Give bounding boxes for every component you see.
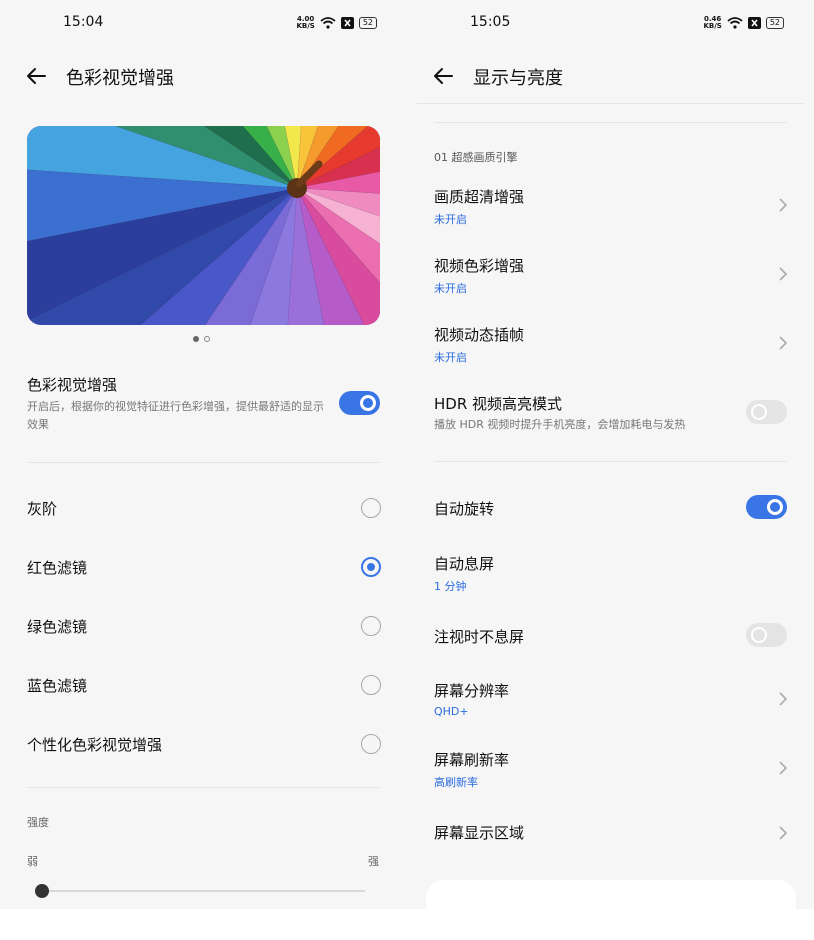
net-speed: 4.00 KB/S bbox=[296, 15, 315, 30]
option-personalized-radio[interactable] bbox=[361, 734, 381, 754]
color-vision-screen: 15:04 4.00 KB/S 52 色彩视觉增强 色彩视觉增强 开启后，根据你… bbox=[0, 0, 407, 909]
net-speed: 0.46 KB/S bbox=[703, 15, 722, 30]
item-title: 屏幕显示区域 bbox=[434, 824, 525, 842]
feature-title: 色彩视觉增强 bbox=[27, 376, 118, 394]
item-title: 自动息屏 bbox=[434, 555, 495, 573]
divider bbox=[27, 787, 380, 788]
item-title: 视频动态插帧 bbox=[434, 326, 525, 344]
section-header: 01 超感画质引擎 bbox=[434, 151, 518, 164]
option-red-filter-radio[interactable] bbox=[361, 557, 381, 577]
intensity-slider-thumb[interactable] bbox=[35, 884, 49, 898]
intensity-slider-track[interactable] bbox=[42, 890, 365, 892]
intensity-min-label: 弱 bbox=[27, 855, 38, 868]
color-vision-toggle[interactable] bbox=[339, 391, 380, 415]
intensity-label: 强度 bbox=[27, 816, 49, 829]
item-status: 未开启 bbox=[434, 282, 467, 295]
item-title: 注视时不息屏 bbox=[434, 628, 525, 646]
item-title: HDR 视频高亮模式 bbox=[434, 395, 563, 413]
option-green-filter-label: 绿色滤镜 bbox=[27, 618, 88, 636]
divider bbox=[434, 461, 787, 462]
back-arrow-icon[interactable] bbox=[431, 64, 455, 88]
option-grayscale-radio[interactable] bbox=[361, 498, 381, 518]
chevron-right-icon bbox=[779, 267, 788, 281]
page-header: 色彩视觉增强 bbox=[0, 60, 407, 92]
page-title: 显示与亮度 bbox=[473, 68, 563, 89]
divider bbox=[27, 462, 380, 463]
option-blue-filter-label: 蓝色滤镜 bbox=[27, 677, 88, 695]
option-personalized-label: 个性化色彩视觉增强 bbox=[27, 736, 163, 754]
pager-dot-active[interactable] bbox=[193, 336, 199, 342]
option-green-filter-radio[interactable] bbox=[361, 616, 381, 636]
item-status: 高刷新率 bbox=[434, 776, 478, 789]
item-title: 屏幕分辨率 bbox=[434, 682, 510, 700]
item-status: 未开启 bbox=[434, 213, 467, 226]
status-time: 15:04 bbox=[63, 14, 104, 30]
item-title: 画质超清增强 bbox=[434, 188, 525, 206]
wifi-icon bbox=[727, 17, 743, 29]
item-title: 屏幕刷新率 bbox=[434, 751, 510, 769]
banner-pager bbox=[193, 336, 210, 342]
option-blue-filter-radio[interactable] bbox=[361, 675, 381, 695]
chevron-right-icon bbox=[779, 826, 788, 840]
battery-indicator: 52 bbox=[765, 17, 784, 29]
item-description: 播放 HDR 视频时提升手机亮度，会增加耗电与发热 bbox=[434, 418, 686, 431]
divider bbox=[434, 122, 787, 123]
signal-off-icon bbox=[340, 17, 354, 29]
feature-description: 开启后，根据你的视觉特征进行色彩增强，提供最舒适的显示效果 bbox=[27, 400, 324, 431]
status-bar: 15:05 0.46 KB/S 52 bbox=[407, 14, 814, 34]
intensity-max-label: 强 bbox=[368, 855, 379, 868]
chevron-right-icon bbox=[779, 692, 788, 706]
signal-off-icon bbox=[747, 17, 761, 29]
stay-awake-toggle[interactable] bbox=[746, 623, 787, 647]
item-title: 自动旋转 bbox=[434, 500, 495, 518]
status-time: 15:05 bbox=[470, 14, 511, 30]
option-grayscale-label: 灰阶 bbox=[27, 500, 58, 518]
page-header: 显示与亮度 bbox=[407, 60, 814, 92]
auto-rotate-toggle[interactable] bbox=[746, 495, 787, 519]
pager-dot[interactable] bbox=[204, 336, 210, 342]
page-title: 色彩视觉增强 bbox=[66, 68, 174, 89]
item-status: QHD+ bbox=[434, 705, 469, 718]
status-bar: 15:04 4.00 KB/S 52 bbox=[0, 14, 407, 34]
bottom-card bbox=[426, 880, 796, 940]
chevron-right-icon bbox=[779, 336, 788, 350]
color-umbrella-preview-image bbox=[27, 126, 380, 325]
back-arrow-icon[interactable] bbox=[24, 64, 48, 88]
item-status: 1 分钟 bbox=[434, 580, 467, 593]
display-brightness-screen: 15:05 0.46 KB/S 52 显示与亮度 01 超感画质引擎 画质超清增… bbox=[407, 0, 814, 909]
item-title: 视频色彩增强 bbox=[434, 257, 525, 275]
battery-indicator: 52 bbox=[358, 17, 377, 29]
item-status: 未开启 bbox=[434, 351, 467, 364]
option-red-filter-label: 红色滤镜 bbox=[27, 559, 88, 577]
chevron-right-icon bbox=[779, 198, 788, 212]
header-divider bbox=[417, 103, 804, 104]
wifi-icon bbox=[320, 17, 336, 29]
chevron-right-icon bbox=[779, 761, 788, 775]
hdr-toggle[interactable] bbox=[746, 400, 787, 424]
